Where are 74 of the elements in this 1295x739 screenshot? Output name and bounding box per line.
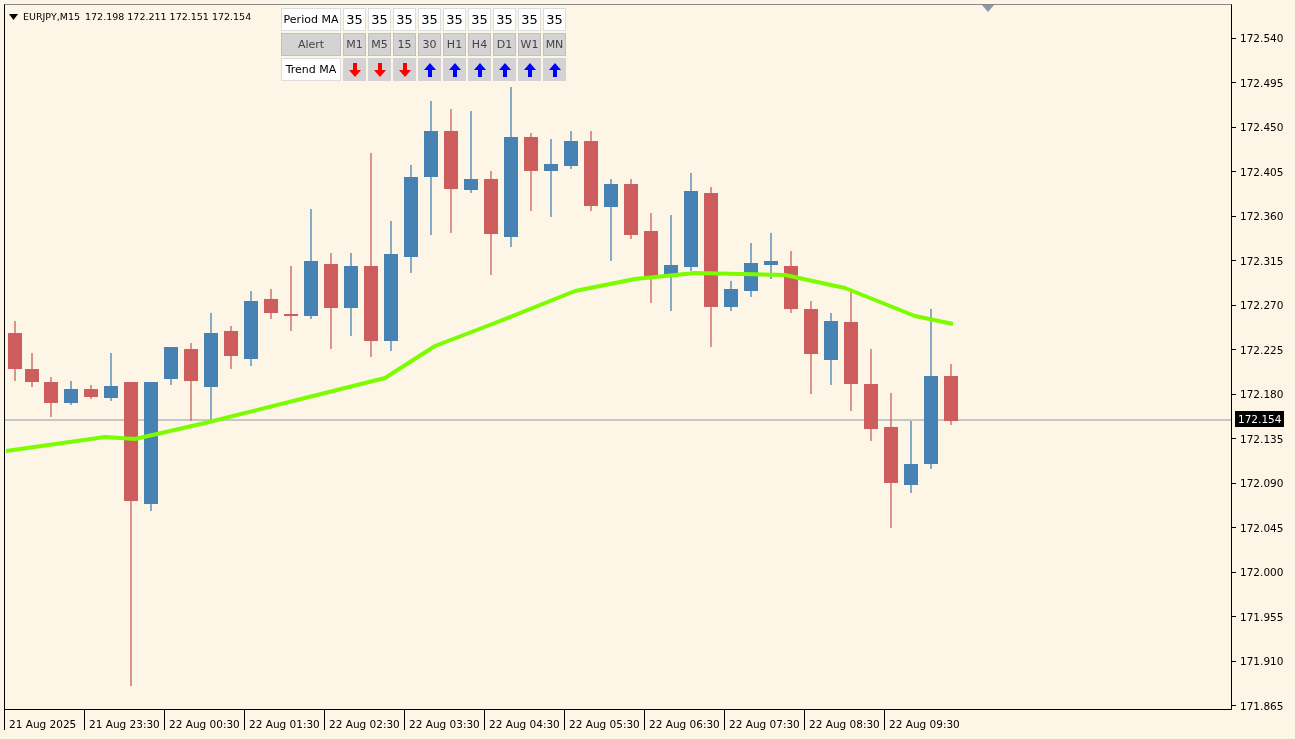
time-label: 22 Aug 03:30 [409,718,480,730]
candle [64,380,78,406]
period-field[interactable]: 35 [518,8,541,31]
timeframe-button[interactable]: M5 [368,33,391,56]
candle [224,325,238,370]
candle [784,250,798,314]
price-tick-label: 172.360 [1240,210,1284,223]
period-field[interactable]: 35 [368,8,391,31]
candle [724,280,738,312]
time-label: 22 Aug 05:30 [569,718,640,730]
candle [764,232,778,280]
time-label: 22 Aug 07:30 [729,718,800,730]
price-value: 172.154 [211,11,252,22]
period-field[interactable]: 35 [493,8,516,31]
timeframe-button[interactable]: MN [543,33,566,56]
candle [564,130,578,170]
candle [264,288,278,320]
candle [84,384,98,400]
time-label: 21 Aug 23:30 [89,718,160,730]
collapse-triangle-icon[interactable] [9,13,18,20]
price-tick-label: 172.000 [1240,566,1284,579]
timeframe-button[interactable]: 30 [418,33,441,56]
candle [25,352,39,388]
price-tick-label: 171.910 [1240,655,1284,668]
period-field[interactable]: 35 [343,8,366,31]
timeframe-button[interactable]: 15 [393,33,416,56]
time-label: 22 Aug 08:30 [809,718,880,730]
price-tick-label: 172.540 [1240,32,1284,44]
price-tick-label: 172.135 [1240,432,1284,445]
timeframe-button[interactable]: H1 [443,33,466,56]
current-price-tag: 172.154 [1235,411,1285,427]
time-label: 22 Aug 02:30 [329,718,400,730]
chart-shift-marker-icon[interactable] [982,5,994,12]
alert-button[interactable]: Alert [281,33,341,56]
time-label: 22 Aug 04:30 [489,718,560,730]
time-label: 21 Aug 2025 [9,718,77,730]
price-tick-label: 172.405 [1240,165,1284,178]
timeframe-button[interactable]: D1 [493,33,516,56]
timeframe-button[interactable]: W1 [518,33,541,56]
price-tick-label: 172.090 [1240,477,1284,490]
period-field[interactable]: 35 [418,8,441,31]
price-tick-label: 171.955 [1240,610,1284,623]
trend-label: Trend MA [281,58,341,81]
timeframe-button[interactable]: M1 [343,33,366,56]
period-field[interactable]: 35 [543,8,566,31]
price-tick-label: 171.865 [1240,699,1284,712]
price-tick-label: 172.315 [1240,254,1284,267]
time-label: 22 Aug 09:30 [889,718,960,730]
period-field[interactable]: 35 [468,8,491,31]
price-tick-label: 172.180 [1240,388,1284,401]
price-tick-label: 172.450 [1240,121,1284,134]
candle [44,376,58,418]
time-label: 22 Aug 01:30 [249,718,320,730]
price-value: 172.198 [85,11,125,22]
candle [284,265,298,332]
candle [944,363,958,426]
candle [104,352,118,402]
price-tick-label: 172.270 [1240,299,1284,312]
symbol-label: EURJPY,M15 [23,11,80,22]
time-label: 22 Aug 00:30 [169,718,240,730]
candle [164,346,178,386]
period-label: Period MA [281,8,341,31]
period-field[interactable]: 35 [393,8,416,31]
price-tick-label: 172.495 [1240,76,1284,89]
price-tick-label: 172.045 [1240,521,1284,534]
time-label: 22 Aug 06:30 [649,718,720,730]
price-value: 172.211 [127,11,167,22]
timeframe-button[interactable]: H4 [468,33,491,56]
candle [744,242,758,298]
period-field[interactable]: 35 [443,8,466,31]
candle [624,178,638,240]
price-value: 172.151 [169,11,209,22]
candle [8,320,22,382]
price-tick-label: 172.225 [1240,343,1284,356]
